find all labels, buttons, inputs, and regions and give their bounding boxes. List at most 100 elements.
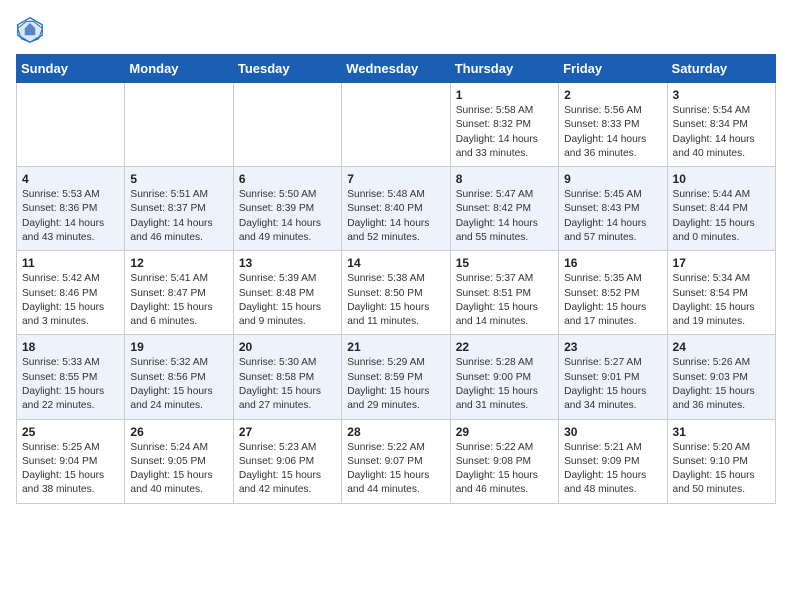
day-number: 8	[456, 172, 553, 186]
day-info: Sunrise: 5:45 AM Sunset: 8:43 PM Dayligh…	[564, 188, 661, 245]
day-number: 21	[347, 340, 444, 354]
calendar-cell: 26 Sunrise: 5:24 AM Sunset: 9:05 PM Dayli…	[125, 419, 233, 503]
day-number: 6	[239, 172, 336, 186]
calendar-cell: 28Sunrise: 5:22 AM Sunset: 9:07 PM Dayli…	[342, 419, 450, 503]
calendar-cell: 9 Sunrise: 5:45 AM Sunset: 8:43 PM Daylig…	[559, 167, 667, 251]
day-info: Sunrise: 5:21 AM Sunset: 9:09 PM Dayligh…	[564, 441, 661, 498]
calendar-cell: 14Sunrise: 5:38 AM Sunset: 8:50 PM Dayli…	[342, 251, 450, 335]
day-info: Sunrise: 5:37 AM Sunset: 8:51 PM Dayligh…	[456, 272, 553, 329]
calendar-cell: 19 Sunrise: 5:32 AM Sunset: 8:56 PM Dayli…	[125, 335, 233, 419]
day-number: 4	[22, 172, 119, 186]
calendar-cell: 3 Sunrise: 5:54 AM Sunset: 8:34 PM Daylig…	[667, 83, 775, 167]
day-info: Sunrise: 5:29 AM Sunset: 8:59 PM Dayligh…	[347, 356, 444, 413]
calendar-cell	[125, 83, 233, 167]
calendar-cell	[17, 83, 125, 167]
day-number: 2	[564, 88, 661, 102]
day-info: Sunrise: 5:32 AM Sunset: 8:56 PM Dayligh…	[130, 356, 227, 413]
calendar-cell: 6 Sunrise: 5:50 AM Sunset: 8:39 PM Daylig…	[233, 167, 341, 251]
day-number: 19	[130, 340, 227, 354]
day-info: Sunrise: 5:58 AM Sunset: 8:32 PM Dayligh…	[456, 104, 553, 161]
day-info: Sunrise: 5:27 AM Sunset: 9:01 PM Dayligh…	[564, 356, 661, 413]
calendar-cell: 29 Sunrise: 5:22 AM Sunset: 9:08 PM Dayli…	[450, 419, 558, 503]
day-number: 15	[456, 256, 553, 270]
day-info: Sunrise: 5:41 AM Sunset: 8:47 PM Dayligh…	[130, 272, 227, 329]
calendar-cell: 30Sunrise: 5:21 AM Sunset: 9:09 PM Dayli…	[559, 419, 667, 503]
calendar-week-row: 4 Sunrise: 5:53 AM Sunset: 8:36 PM Daylig…	[17, 167, 776, 251]
day-info: Sunrise: 5:42 AM Sunset: 8:46 PM Dayligh…	[22, 272, 119, 329]
calendar-week-row: 25 Sunrise: 5:25 AM Sunset: 9:04 PM Dayli…	[17, 419, 776, 503]
day-info: Sunrise: 5:44 AM Sunset: 8:44 PM Dayligh…	[673, 188, 770, 245]
weekday-header-thursday: Thursday	[450, 55, 558, 83]
calendar-cell: 21 Sunrise: 5:29 AM Sunset: 8:59 PM Dayli…	[342, 335, 450, 419]
logo	[16, 16, 48, 44]
day-info: Sunrise: 5:34 AM Sunset: 8:54 PM Dayligh…	[673, 272, 770, 329]
day-info: Sunrise: 5:24 AM Sunset: 9:05 PM Dayligh…	[130, 441, 227, 498]
calendar-cell: 16 Sunrise: 5:35 AM Sunset: 8:52 PM Dayli…	[559, 251, 667, 335]
day-info: Sunrise: 5:20 AM Sunset: 9:10 PM Dayligh…	[673, 441, 770, 498]
day-number: 17	[673, 256, 770, 270]
weekday-header-tuesday: Tuesday	[233, 55, 341, 83]
calendar-cell: 20 Sunrise: 5:30 AM Sunset: 8:58 PM Dayli…	[233, 335, 341, 419]
calendar-week-row: 1 Sunrise: 5:58 AM Sunset: 8:32 PM Daylig…	[17, 83, 776, 167]
calendar-cell: 18Sunrise: 5:33 AM Sunset: 8:55 PM Dayli…	[17, 335, 125, 419]
day-number: 18	[22, 340, 119, 354]
calendar-cell: 17 Sunrise: 5:34 AM Sunset: 8:54 PM Dayli…	[667, 251, 775, 335]
page-header	[16, 16, 776, 44]
day-info: Sunrise: 5:35 AM Sunset: 8:52 PM Dayligh…	[564, 272, 661, 329]
calendar-cell: 22 Sunrise: 5:28 AM Sunset: 9:00 PM Dayli…	[450, 335, 558, 419]
calendar-week-row: 18Sunrise: 5:33 AM Sunset: 8:55 PM Dayli…	[17, 335, 776, 419]
calendar-cell: 10Sunrise: 5:44 AM Sunset: 8:44 PM Dayli…	[667, 167, 775, 251]
calendar-table: SundayMondayTuesdayWednesdayThursdayFrid…	[16, 54, 776, 504]
day-info: Sunrise: 5:56 AM Sunset: 8:33 PM Dayligh…	[564, 104, 661, 161]
calendar-cell: 23Sunrise: 5:27 AM Sunset: 9:01 PM Dayli…	[559, 335, 667, 419]
day-info: Sunrise: 5:25 AM Sunset: 9:04 PM Dayligh…	[22, 441, 119, 498]
calendar-cell: 12 Sunrise: 5:41 AM Sunset: 8:47 PM Dayli…	[125, 251, 233, 335]
weekday-header-monday: Monday	[125, 55, 233, 83]
day-number: 29	[456, 425, 553, 439]
calendar-cell: 5Sunrise: 5:51 AM Sunset: 8:37 PM Daylig…	[125, 167, 233, 251]
weekday-header-wednesday: Wednesday	[342, 55, 450, 83]
day-number: 25	[22, 425, 119, 439]
day-number: 26	[130, 425, 227, 439]
day-info: Sunrise: 5:53 AM Sunset: 8:36 PM Dayligh…	[22, 188, 119, 245]
calendar-cell: 11 Sunrise: 5:42 AM Sunset: 8:46 PM Dayli…	[17, 251, 125, 335]
day-number: 22	[456, 340, 553, 354]
day-number: 31	[673, 425, 770, 439]
day-info: Sunrise: 5:28 AM Sunset: 9:00 PM Dayligh…	[456, 356, 553, 413]
day-info: Sunrise: 5:47 AM Sunset: 8:42 PM Dayligh…	[456, 188, 553, 245]
weekday-header-saturday: Saturday	[667, 55, 775, 83]
calendar-cell: 24 Sunrise: 5:26 AM Sunset: 9:03 PM Dayli…	[667, 335, 775, 419]
calendar-cell: 7 Sunrise: 5:48 AM Sunset: 8:40 PM Daylig…	[342, 167, 450, 251]
day-info: Sunrise: 5:26 AM Sunset: 9:03 PM Dayligh…	[673, 356, 770, 413]
day-number: 1	[456, 88, 553, 102]
day-number: 16	[564, 256, 661, 270]
calendar-cell	[342, 83, 450, 167]
calendar-cell: 13 Sunrise: 5:39 AM Sunset: 8:48 PM Dayli…	[233, 251, 341, 335]
day-info: Sunrise: 5:51 AM Sunset: 8:37 PM Dayligh…	[130, 188, 227, 245]
calendar-cell: 8 Sunrise: 5:47 AM Sunset: 8:42 PM Daylig…	[450, 167, 558, 251]
day-number: 24	[673, 340, 770, 354]
day-info: Sunrise: 5:50 AM Sunset: 8:39 PM Dayligh…	[239, 188, 336, 245]
calendar-week-row: 11 Sunrise: 5:42 AM Sunset: 8:46 PM Dayli…	[17, 251, 776, 335]
day-number: 3	[673, 88, 770, 102]
day-info: Sunrise: 5:54 AM Sunset: 8:34 PM Dayligh…	[673, 104, 770, 161]
day-info: Sunrise: 5:39 AM Sunset: 8:48 PM Dayligh…	[239, 272, 336, 329]
day-number: 14	[347, 256, 444, 270]
day-number: 20	[239, 340, 336, 354]
calendar-cell: 15 Sunrise: 5:37 AM Sunset: 8:51 PM Dayli…	[450, 251, 558, 335]
day-number: 12	[130, 256, 227, 270]
calendar-cell: 4 Sunrise: 5:53 AM Sunset: 8:36 PM Daylig…	[17, 167, 125, 251]
day-info: Sunrise: 5:30 AM Sunset: 8:58 PM Dayligh…	[239, 356, 336, 413]
day-number: 13	[239, 256, 336, 270]
weekday-header-friday: Friday	[559, 55, 667, 83]
calendar-cell	[233, 83, 341, 167]
day-number: 9	[564, 172, 661, 186]
day-number: 11	[22, 256, 119, 270]
day-info: Sunrise: 5:22 AM Sunset: 9:08 PM Dayligh…	[456, 441, 553, 498]
day-number: 7	[347, 172, 444, 186]
day-number: 28	[347, 425, 444, 439]
weekday-header-row: SundayMondayTuesdayWednesdayThursdayFrid…	[17, 55, 776, 83]
calendar-cell: 31 Sunrise: 5:20 AM Sunset: 9:10 PM Dayli…	[667, 419, 775, 503]
day-info: Sunrise: 5:48 AM Sunset: 8:40 PM Dayligh…	[347, 188, 444, 245]
logo-icon	[16, 16, 44, 44]
